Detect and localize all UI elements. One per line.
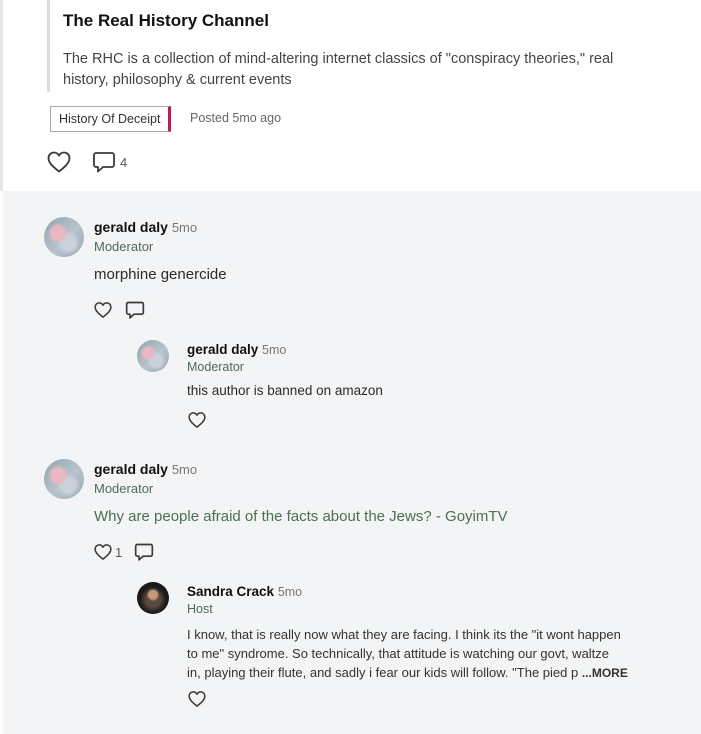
- post-card: The Real History Channel The RHC is a co…: [0, 0, 701, 191]
- reply-text: I know, that is really now what they are…: [187, 625, 677, 683]
- comment: gerald daly 5mo Moderator Why are people…: [3, 441, 701, 734]
- reply-text-line: I know, that is really now what they are…: [187, 627, 621, 642]
- reply-actions: [187, 411, 207, 429]
- post-quote: The Real History Channel The RHC is a co…: [47, 0, 667, 92]
- more-link[interactable]: ...MORE: [582, 666, 628, 680]
- reply: Sandra Crack 5mo Host I know, that is re…: [3, 441, 701, 734]
- reply: gerald daly 5mo Moderator this author is…: [3, 191, 701, 441]
- avatar[interactable]: [137, 340, 169, 372]
- reply-author[interactable]: Sandra Crack: [187, 584, 274, 599]
- reply-actions: [187, 690, 207, 708]
- heart-icon: [47, 151, 71, 173]
- avatar[interactable]: [137, 582, 169, 614]
- reply-text-line: to me" syndrome. So technically, that at…: [187, 646, 610, 661]
- reply-author[interactable]: gerald daly: [187, 342, 258, 357]
- comment-button[interactable]: 4: [92, 150, 127, 174]
- heart-icon: [188, 691, 206, 707]
- post-description: The RHC is a collection of mind-altering…: [63, 51, 614, 88]
- reply-time: 5mo: [262, 343, 287, 357]
- reply-text: this author is banned on amazon: [187, 383, 383, 398]
- post-actions: 4: [46, 149, 127, 175]
- post-title[interactable]: The Real History Channel: [63, 11, 269, 31]
- comment: gerald daly 5mo Moderator morphine gener…: [3, 191, 701, 441]
- author-role: Host: [187, 602, 213, 616]
- like-button[interactable]: [46, 150, 72, 174]
- comment-count: 4: [120, 154, 128, 170]
- comment-bubble-icon: [93, 152, 115, 173]
- topic-tag[interactable]: History Of Deceipt: [50, 106, 172, 132]
- reply-time: 5mo: [277, 585, 303, 599]
- posted-time: Posted 5mo ago: [190, 111, 282, 125]
- heart-icon: [188, 412, 206, 428]
- reply-text-fragment: in, playing their flute, and sadly i fea…: [187, 665, 579, 680]
- like-button[interactable]: [187, 411, 207, 429]
- author-role: Moderator: [187, 360, 244, 374]
- comments-section: gerald daly 5mo Moderator morphine gener…: [3, 191, 701, 734]
- reply-text-line: in, playing their flute, and sadly i fea…: [187, 663, 677, 683]
- like-button[interactable]: [187, 690, 207, 708]
